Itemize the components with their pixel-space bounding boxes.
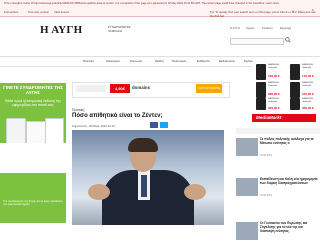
article-photo: [72, 130, 224, 225]
facebook-share-icon[interactable]: [150, 122, 158, 128]
product-price: 339,00 €: [268, 106, 280, 110]
header-link-avgi[interactable]: Η ΑΥΓΗ: [230, 26, 240, 30]
promo-title: ΓΙΝΕΤΕ ΣΥΝΔΡΟΜΗΤΕΣ ΤΗΣ ΑΥΓΗΣ: [3, 85, 63, 95]
list-item[interactable]: Οι Γυναικείοι των Ευρώπης και Σύγκλισης …: [236, 221, 320, 244]
news-title[interactable]: Εκπαίδευση και Καλή νέα ημερομηνία των δ…: [260, 177, 318, 186]
news-date: 18.05.2019: [260, 154, 272, 157]
product-name: SAMSUNG Galaxy A: [302, 64, 314, 69]
phone-image: [290, 98, 300, 110]
product-price: 199,00 €: [268, 74, 280, 78]
full-version-link[interactable]: Full version: [4, 10, 18, 14]
nav-item-economy[interactable]: Οικονομία: [106, 59, 119, 63]
archive-promo-text: Γίνε συνδρομητής της Αυγής για να έχεις …: [3, 200, 63, 207]
ad-cta-button[interactable]: ΚΑΤΟΧΥΡΩΣΤΕ: [196, 84, 222, 93]
product-name: SAMSUNG Galaxy A: [268, 82, 280, 87]
nav-item-events[interactable]: Εκδηλώσεις: [219, 59, 235, 63]
twitter-share-icon[interactable]: [160, 122, 168, 128]
news-title[interactable]: Σε πόλεις πολιτικής ανάλογα για το Μέτωπ…: [260, 137, 318, 146]
header-link-archive[interactable]: Αρχείο: [246, 26, 254, 30]
promo-subtitle: Κάθε πρωί ηλεκτρονική έκδοση της εφημερί…: [5, 99, 61, 108]
site-header: [0, 17, 320, 55]
nav-item-politics[interactable]: Πολιτική: [83, 59, 94, 63]
phone-image: [256, 82, 266, 98]
ad-brand: domains: [132, 85, 151, 90]
sidebar-section-header: [236, 128, 320, 134]
list-item[interactable]: Εκπαίδευση και Καλή νέα ημερομηνία των δ…: [236, 177, 320, 200]
ad-price: 4,90€: [110, 84, 130, 93]
phone-image: [256, 64, 266, 80]
news-thumbnail: [236, 222, 258, 240]
search-icon[interactable]: [285, 37, 291, 43]
article-date: Δημοσίευση: 18 Μάιος 2019 12:40: [72, 124, 115, 128]
phone-image: [256, 98, 266, 110]
list-item[interactable]: Σε πόλεις πολιτικής ανάλογα για το Μέτωπ…: [236, 137, 320, 160]
product-price: 289,00 €: [268, 92, 280, 96]
person-hair: [128, 138, 158, 152]
cache-banner: This is Google's cache of http://www.avg…: [0, 0, 320, 18]
news-date: 18.05.2019: [260, 194, 272, 197]
product-name: SAMSUNG Galaxy A: [302, 82, 314, 87]
nav-item-society[interactable]: Κοινωνία: [130, 59, 142, 63]
newspaper-page-image: [45, 118, 64, 144]
close-icon[interactable]: ×: [312, 7, 314, 12]
cache-notice-text: This is Google's cache of http://www.avg…: [4, 2, 280, 5]
news-thumbnail: [236, 178, 258, 196]
news-thumbnail: [236, 138, 258, 156]
nav-item-enthemata[interactable]: Ενθέματα: [197, 59, 210, 63]
product-price: 179,00 €: [302, 74, 314, 78]
search-input[interactable]: [230, 38, 284, 45]
product-price: 249,00 €: [302, 92, 314, 96]
article-headline: Πόσο απίθητικό είναι το Ζέντεν;: [72, 113, 163, 119]
archive-promo[interactable]: [0, 173, 66, 223]
person-hand: [88, 184, 110, 200]
phone-image: [290, 64, 300, 80]
ad-logo: [76, 85, 106, 92]
article-category[interactable]: Πολιτική: [72, 108, 84, 112]
nav-item-culture[interactable]: Πολιτισμός: [172, 59, 187, 63]
person-hand: [184, 184, 206, 200]
product-name: SAMSUNG Galaxy A: [268, 98, 280, 103]
promo-middle-area: [0, 143, 66, 173]
newspaper-page-image: [26, 121, 46, 144]
header-link-register[interactable]: Εγγραφή: [280, 26, 291, 30]
newspaper-page-image: [6, 118, 26, 144]
text-only-version-link[interactable]: Text-only version: [28, 10, 49, 14]
phone-image: [290, 82, 300, 98]
news-title[interactable]: Οι Γυναικείοι των Ευρώπης και Σύγκλισης …: [260, 221, 318, 233]
site-logo[interactable]: Η ΑΥΓΗ: [40, 24, 83, 36]
product-name: SAMSUNG Galaxy A: [302, 98, 314, 103]
product-price: 359,00 €: [302, 106, 314, 110]
person-tie: [141, 175, 147, 197]
product-name: SAMSUNG Galaxy A: [268, 64, 280, 69]
mediamarkt-logo: MediaMarkt: [256, 115, 282, 120]
subscribers-label[interactable]: ΣΥΝΔΡΟΜΗΤΕΣ ΨΗΦΙΑΚΗ: [108, 25, 132, 33]
view-source-link[interactable]: View source: [54, 10, 69, 14]
header-link-login[interactable]: Σύνδεση: [262, 26, 273, 30]
nav-item-world[interactable]: Διεθνή: [155, 59, 164, 63]
